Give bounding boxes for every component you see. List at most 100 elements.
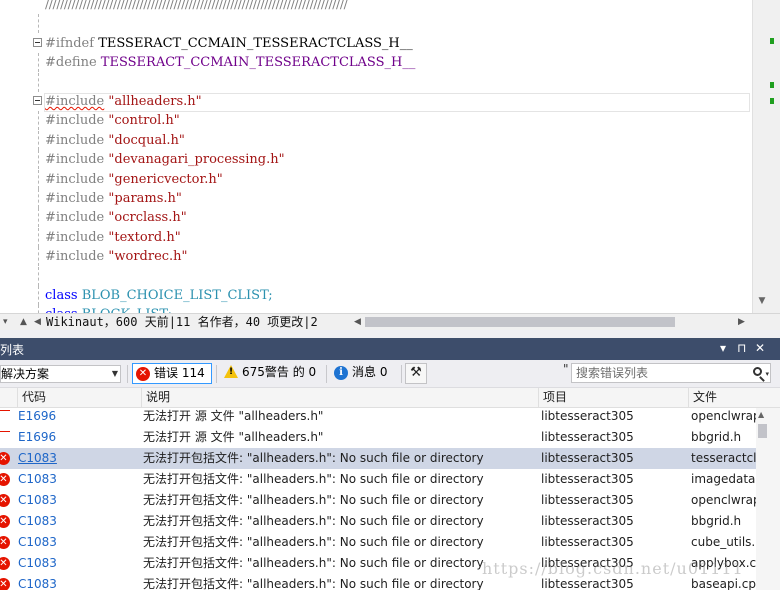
error-code-link[interactable]: C1083	[18, 448, 138, 469]
error-project: libtesseract305	[541, 448, 687, 469]
table-row[interactable]: E1696 无法打开 源 文件 "allheaders.h" libtesserac…	[0, 408, 756, 427]
preprocessor-directive: #include	[45, 171, 105, 187]
error-file-text: bbgrid.h	[691, 514, 742, 528]
error-code-link[interactable]: C1083	[18, 574, 138, 590]
code-line: class BLOB_CHOICE_LIST_CLIST;	[0, 286, 752, 305]
column-header-project[interactable]: 项目	[538, 388, 688, 407]
messages-filter-button[interactable]: i 消息 0	[328, 363, 398, 384]
preprocessor-directive: #include	[45, 132, 105, 148]
error-project-text: libtesseract305	[541, 514, 634, 528]
chevron-left-icon[interactable]: ◀	[34, 315, 41, 329]
error-description: 无法打开包括文件: "allheaders.h": No such file o…	[143, 532, 538, 553]
error-file-text: openclwrap	[691, 409, 756, 423]
panel-title: 列表	[0, 343, 25, 357]
error-icon: ✕	[0, 494, 10, 507]
error-project: libtesseract305	[541, 490, 687, 511]
table-row[interactable]: ✕ C1083 无法打开包括文件: "allheaders.h": No such …	[0, 448, 756, 469]
column-header-file[interactable]: 文件	[688, 388, 780, 407]
error-file: tesseractcla	[691, 448, 756, 469]
intellisense-error-icon	[0, 408, 12, 411]
macro-name: TESSERACT_CCMAIN_TESSERACTCLASS_H__	[98, 35, 413, 51]
scroll-left-icon[interactable]: ▲	[20, 315, 27, 329]
outline-guide	[38, 286, 39, 305]
error-code-link-text[interactable]: E1696	[18, 409, 56, 423]
error-project: libtesseract305	[541, 427, 687, 448]
error-description: 无法打开包括文件: "allheaders.h": No such file o…	[143, 553, 538, 574]
panel-splitter[interactable]	[0, 330, 780, 338]
error-project-text: libtesseract305	[541, 430, 634, 444]
error-icon: ✕	[0, 452, 10, 465]
error-icon: ✕	[0, 557, 10, 570]
include-path: "devanagari_processing.h"	[108, 152, 285, 168]
errors-filter-button[interactable]: ✕ 错误 114	[132, 363, 212, 384]
code-text: ////////////////////////////////////////…	[45, 0, 348, 14]
error-description-text: 无法打开包括文件: "allheaders.h": No such file o…	[143, 472, 484, 486]
error-code-link-text[interactable]: C1083	[18, 556, 57, 570]
codelens-author-info[interactable]: Wikinaut，600 天前|11 名作者，40 项更改|2	[46, 314, 318, 330]
column-header-code[interactable]: 代码	[17, 388, 141, 407]
table-row[interactable]: ✕ C1083 无法打开包括文件: "allheaders.h": No such …	[0, 469, 756, 490]
table-row[interactable]: ✕ C1083 无法打开包括文件: "allheaders.h": No such …	[0, 490, 756, 511]
code-editor[interactable]: ////////////////////////////////////////…	[0, 0, 752, 313]
toolbar-overflow-icon[interactable]: "	[563, 362, 569, 376]
error-code-link[interactable]: E1696	[18, 427, 138, 448]
scroll-down-arrow-icon[interactable]: ▼	[757, 296, 767, 306]
error-code-link-text[interactable]: C1083	[18, 451, 57, 465]
error-code-link-text[interactable]: E1696	[18, 430, 56, 444]
error-code-link-text[interactable]: C1083	[18, 472, 57, 486]
warnings-filter-button[interactable]: ! 675警告 的 0	[216, 363, 324, 384]
collapse-toggle-icon[interactable]	[33, 96, 42, 105]
error-code-link[interactable]: C1083	[18, 511, 138, 532]
search-options-dropdown-icon[interactable]: ▾	[765, 365, 769, 383]
outline-guide	[38, 53, 39, 73]
editor-navigation-bar: ▾ ▲ ◀ Wikinaut，600 天前|11 名作者，40 项更改|2 ◀ …	[0, 313, 780, 330]
error-code-link[interactable]: C1083	[18, 553, 138, 574]
error-code-link-text[interactable]: C1083	[18, 577, 57, 590]
code-line: #include "params.h"	[0, 189, 752, 208]
editor-vertical-scrollbar[interactable]	[752, 0, 780, 313]
error-list-scroll-thumb[interactable]	[758, 424, 767, 438]
error-project-text: libtesseract305	[541, 451, 634, 465]
include-path: "docqual.h"	[108, 132, 185, 148]
code-text: #include "allheaders.h"	[45, 92, 202, 111]
error-description: 无法打开包括文件: "allheaders.h": No such file o…	[143, 511, 538, 532]
error-code-link-text[interactable]: C1083	[18, 493, 57, 507]
error-project-text: libtesseract305	[541, 577, 634, 590]
search-error-list-input[interactable]: 搜索错误列表 ▾	[571, 363, 771, 383]
error-description-text: 无法打开包括文件: "allheaders.h": No such file o…	[143, 577, 484, 590]
error-code-link[interactable]: C1083	[18, 469, 138, 490]
table-row[interactable]: ✕ C1083 无法打开包括文件: "allheaders.h": No such …	[0, 511, 756, 532]
scroll-up-arrow-icon[interactable]: ▲	[758, 410, 764, 419]
error-code-link-text[interactable]: C1083	[18, 535, 57, 549]
error-code-link[interactable]: C1083	[18, 490, 138, 511]
table-row[interactable]: ✕ C1083 无法打开包括文件: "allheaders.h": No such …	[0, 532, 756, 553]
code-text: class BLOCK_LIST;	[45, 305, 172, 313]
horizontal-scroll-thumb[interactable]	[365, 317, 675, 327]
error-project: libtesseract305	[541, 532, 687, 553]
toolbar-divider	[127, 365, 128, 383]
preprocessor-directive: #include	[45, 113, 105, 129]
dropdown-arrow-icon[interactable]: ▾	[3, 315, 8, 329]
hscroll-right-arrow-icon[interactable]: ▶	[738, 315, 745, 329]
outline-guide	[38, 14, 39, 34]
error-code-link[interactable]: E1696	[18, 408, 138, 427]
error-icon: ✕	[0, 515, 10, 528]
build-intellisense-filter-icon[interactable]: ⚒	[405, 363, 427, 384]
collapse-toggle-icon[interactable]	[33, 37, 42, 47]
code-line: #include "genericvector.h"	[0, 169, 752, 189]
window-menu-dropdown-icon[interactable]: ▾	[720, 341, 726, 355]
error-code-link-text[interactable]: C1083	[18, 514, 57, 528]
table-row[interactable]: E1696 无法打开 源 文件 "allheaders.h" libtesserac…	[0, 427, 756, 448]
outline-guide	[38, 130, 39, 150]
preprocessor-directive: #define	[45, 55, 97, 71]
error-code-link[interactable]: C1083	[18, 532, 138, 553]
scope-dropdown[interactable]: 解决方案 ▼	[0, 365, 121, 383]
close-icon[interactable]: ✕	[755, 341, 765, 355]
pin-icon[interactable]: ⊓	[737, 341, 746, 355]
outline-guide	[38, 227, 39, 247]
column-header-description[interactable]: 说明	[141, 388, 538, 407]
error-description-text: 无法打开包括文件: "allheaders.h": No such file o…	[143, 514, 484, 528]
error-description: 无法打开包括文件: "allheaders.h": No such file o…	[143, 490, 538, 511]
search-placeholder: 搜索错误列表	[576, 366, 649, 380]
hscroll-left-arrow-icon[interactable]: ◀	[354, 315, 361, 329]
